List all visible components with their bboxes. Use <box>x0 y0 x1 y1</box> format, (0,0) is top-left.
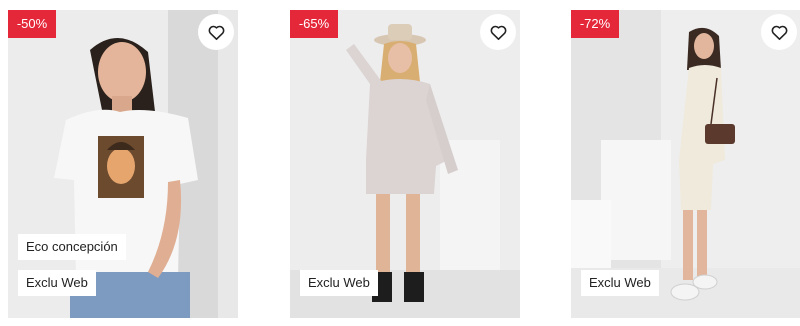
discount-badge: -50% <box>8 10 56 38</box>
favorite-button[interactable] <box>480 14 516 50</box>
heart-outline-icon <box>771 25 787 40</box>
discount-badge: -65% <box>290 10 338 38</box>
product-card[interactable]: -65% Exclu Web <box>290 10 520 318</box>
product-grid-row: -50% Eco concepción Exclu Web -65% Exclu… <box>0 0 800 326</box>
heart-outline-icon <box>490 25 506 40</box>
favorite-button[interactable] <box>198 14 234 50</box>
product-card[interactable]: -72% Exclu Web <box>571 10 800 318</box>
product-card[interactable]: -50% Eco concepción Exclu Web <box>8 10 238 318</box>
web-exclusive-badge: Exclu Web <box>300 270 378 296</box>
heart-outline-icon <box>208 25 224 40</box>
discount-badge: -72% <box>571 10 619 38</box>
web-exclusive-badge: Exclu Web <box>18 270 96 296</box>
favorite-button[interactable] <box>761 14 797 50</box>
web-exclusive-badge: Exclu Web <box>581 270 659 296</box>
eco-design-badge: Eco concepción <box>18 234 126 260</box>
